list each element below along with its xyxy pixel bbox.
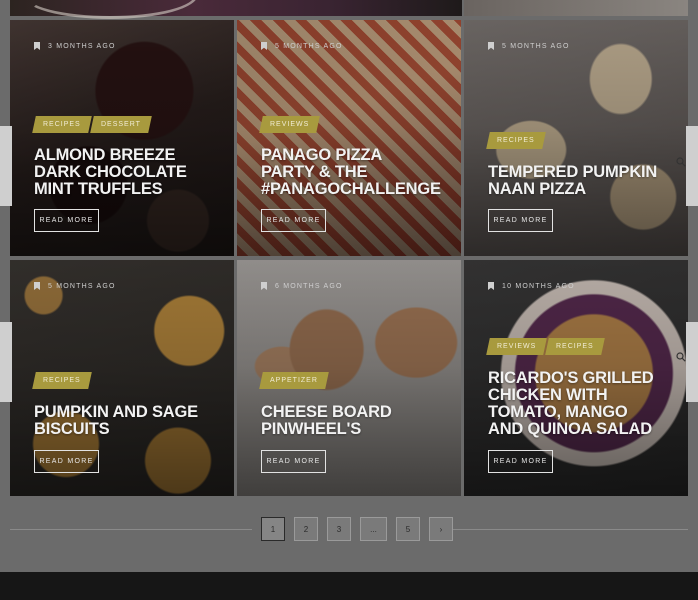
bookmark-icon	[488, 282, 494, 290]
page-ellipsis: ...	[360, 517, 387, 541]
tag-link[interactable]: RECIPES	[545, 338, 605, 355]
read-more-button[interactable]: READ MORE	[34, 450, 99, 473]
previous-row-strip	[0, 0, 698, 19]
read-more-button[interactable]: READ MORE	[261, 209, 326, 232]
tag-link[interactable]: REVIEWS	[486, 338, 548, 355]
read-more-button[interactable]: READ MORE	[488, 209, 553, 232]
pagination: 1 2 3 ... 5 ›	[261, 517, 453, 541]
post-card[interactable]: 6 MONTHS AGO APPETIZER CHEESE BOARD PINWH…	[237, 260, 461, 496]
post-tags: REVIEWS	[259, 116, 321, 133]
post-title[interactable]: ALMOND BREEZE DARK CHOCOLATE MINT TRUFFLES	[34, 147, 226, 198]
post-meta: 5 MONTHS AGO	[261, 42, 343, 50]
post-card[interactable]: 3 MONTHS AGO RECIPES DESSERT ALMOND BREE…	[10, 20, 234, 256]
read-more-button[interactable]: READ MORE	[261, 450, 326, 473]
next-page-button[interactable]: ›	[429, 517, 453, 541]
post-meta: 5 MONTHS AGO	[34, 282, 116, 290]
tag-link[interactable]: RECIPES	[32, 116, 92, 133]
tag-link[interactable]: APPETIZER	[259, 372, 329, 389]
post-meta: 5 MONTHS AGO	[488, 42, 570, 50]
post-title[interactable]: CHEESE BOARD PINWHEEL'S	[261, 404, 453, 438]
post-tags: REVIEWS RECIPES	[486, 338, 605, 355]
search-icon[interactable]	[676, 352, 686, 362]
pagination-divider	[10, 529, 252, 530]
site-footer	[0, 572, 698, 600]
page-button[interactable]: 5	[396, 517, 420, 541]
side-slider-tab[interactable]	[686, 322, 698, 402]
post-card[interactable]: 10 MONTHS AGO REVIEWS RECIPES RICARDO'S …	[464, 260, 688, 496]
post-date: 5 MONTHS AGO	[502, 42, 570, 50]
post-date: 10 MONTHS AGO	[502, 282, 575, 290]
read-more-button[interactable]: READ MORE	[488, 450, 553, 473]
side-slider-tab[interactable]	[686, 126, 698, 206]
bookmark-icon	[261, 282, 267, 290]
post-grid: 3 MONTHS AGO RECIPES DESSERT ALMOND BREE…	[10, 20, 688, 496]
page-button[interactable]: 3	[327, 517, 351, 541]
post-date: 3 MONTHS AGO	[48, 42, 116, 50]
side-slider-tab[interactable]	[0, 126, 12, 206]
previous-post-image[interactable]	[464, 0, 688, 16]
tag-link[interactable]: REVIEWS	[259, 116, 321, 133]
side-slider-tab[interactable]	[0, 322, 12, 402]
post-tags: APPETIZER	[259, 372, 329, 389]
bookmark-icon	[34, 282, 40, 290]
post-meta: 10 MONTHS AGO	[488, 282, 575, 290]
post-card[interactable]: 5 MONTHS AGO RECIPES TEMPERED PUMPKIN NAA…	[464, 20, 688, 256]
post-card[interactable]: 5 MONTHS AGO REVIEWS PANAGO PIZZA PARTY &…	[237, 20, 461, 256]
post-card[interactable]: 5 MONTHS AGO RECIPES PUMPKIN AND SAGE BIS…	[10, 260, 234, 496]
post-title[interactable]: TEMPERED PUMPKIN NAAN PIZZA	[488, 164, 680, 198]
page-button[interactable]: 2	[294, 517, 318, 541]
pagination-divider	[442, 529, 688, 530]
post-tags: RECIPES	[486, 132, 546, 149]
tag-link[interactable]: RECIPES	[32, 372, 92, 389]
post-title[interactable]: PUMPKIN AND SAGE BISCUITS	[34, 404, 226, 438]
bookmark-icon	[488, 42, 494, 50]
tag-link[interactable]: RECIPES	[486, 132, 546, 149]
post-tags: RECIPES DESSERT	[32, 116, 152, 133]
read-more-button[interactable]: READ MORE	[34, 209, 99, 232]
post-title[interactable]: RICARDO'S GRILLED CHICKEN WITH TOMATO, MAN…	[488, 370, 680, 438]
page-button-current[interactable]: 1	[261, 517, 285, 541]
post-meta: 6 MONTHS AGO	[261, 282, 343, 290]
search-icon[interactable]	[676, 157, 686, 167]
post-date: 6 MONTHS AGO	[275, 282, 343, 290]
post-meta: 3 MONTHS AGO	[34, 42, 116, 50]
post-tags: RECIPES	[32, 372, 92, 389]
post-title[interactable]: PANAGO PIZZA PARTY & THE #PANAGOCHALLENGE	[261, 147, 453, 198]
tag-link[interactable]: DESSERT	[89, 116, 152, 133]
previous-post-image[interactable]	[10, 0, 462, 19]
bookmark-icon	[34, 42, 40, 50]
post-date: 5 MONTHS AGO	[275, 42, 343, 50]
post-date: 5 MONTHS AGO	[48, 282, 116, 290]
bookmark-icon	[261, 42, 267, 50]
